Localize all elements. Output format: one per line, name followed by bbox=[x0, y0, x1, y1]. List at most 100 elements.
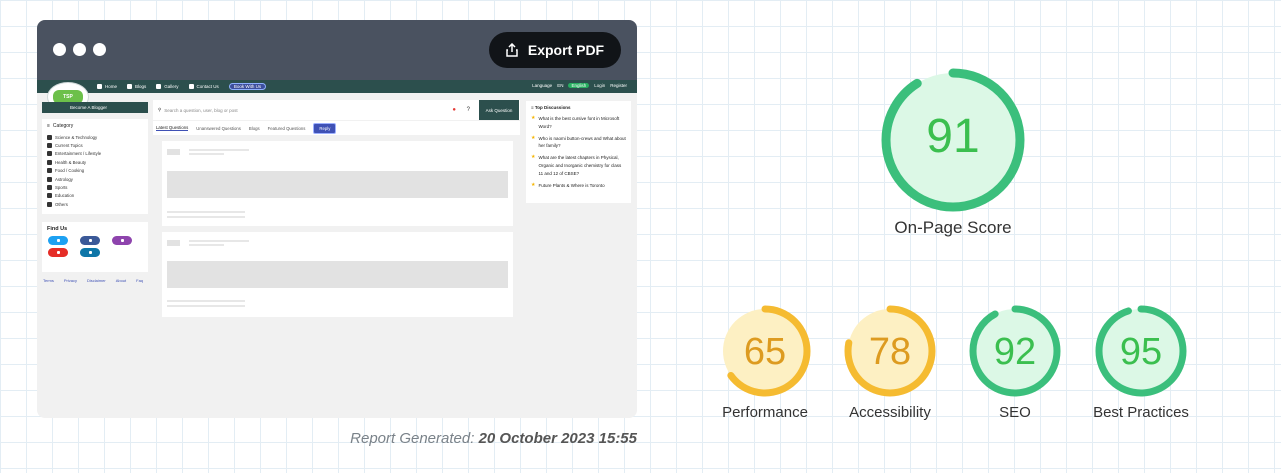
skeleton-line bbox=[167, 216, 245, 218]
nav-gallery[interactable]: Gallery bbox=[156, 84, 179, 89]
find-us-card: Find Us bbox=[42, 222, 148, 272]
top-discussions-title-text: Top Discussions bbox=[534, 105, 571, 110]
twitter-button[interactable] bbox=[48, 236, 68, 245]
category-item[interactable]: Health & Beauty bbox=[47, 158, 143, 166]
category-item[interactable]: Food / Cooking bbox=[47, 167, 143, 175]
skeleton-line bbox=[189, 244, 224, 246]
best-practices-label: Best Practices bbox=[1093, 404, 1189, 421]
discussion-text: What are the latest chapters in Physical… bbox=[538, 155, 622, 176]
preview-toolbar: Export PDF bbox=[37, 20, 637, 80]
facebook-icon bbox=[88, 239, 92, 242]
category-item[interactable]: Astrology bbox=[47, 175, 143, 183]
accessibility-score-gauge: 78 bbox=[842, 303, 938, 399]
performance-score-gauge: 65 bbox=[717, 303, 813, 399]
skeleton-avatar bbox=[167, 149, 180, 155]
footer-link[interactable]: Faq bbox=[136, 278, 143, 283]
search-icon: ⚲ bbox=[158, 107, 162, 112]
seo-score-gauge: 92 bbox=[967, 303, 1063, 399]
export-pdf-button[interactable]: Export PDF bbox=[489, 32, 621, 68]
nav-book-button[interactable]: Book With Us bbox=[228, 83, 267, 90]
tab-reply[interactable]: Reply bbox=[313, 122, 337, 134]
discussion-item[interactable]: ★ Who is naomi button-crews and What abou… bbox=[531, 135, 626, 151]
search-placeholder: Search a question, user, blog or post bbox=[164, 107, 238, 113]
tab-latest-questions[interactable]: Latest Questions bbox=[156, 125, 189, 131]
instagram-button[interactable] bbox=[112, 236, 132, 245]
category-title: ≡ Category bbox=[47, 123, 143, 129]
category-item[interactable]: Science & Technology bbox=[47, 133, 143, 141]
skeleton-line bbox=[167, 305, 245, 307]
discussion-text: Who is naomi button-crews and What about… bbox=[538, 135, 626, 149]
linkedin-button[interactable] bbox=[80, 248, 100, 257]
search-icon bbox=[47, 143, 52, 149]
discussion-item[interactable]: ★ What is the best cursive font in Micros… bbox=[531, 115, 626, 131]
discussion-item[interactable]: ★ What are the latest chapters in Physica… bbox=[531, 154, 626, 177]
website-preview: Export PDF Home Blogs Gallery Contact Us… bbox=[37, 20, 637, 418]
language-toggle[interactable]: English bbox=[568, 83, 590, 88]
nav-home[interactable]: Home bbox=[97, 84, 117, 89]
category-label: Sports bbox=[55, 185, 68, 191]
book-icon bbox=[47, 193, 52, 199]
nav-label: Blogs bbox=[135, 84, 147, 89]
phone-icon bbox=[188, 84, 194, 89]
post-skeleton bbox=[162, 232, 513, 317]
category-label: Others bbox=[55, 201, 68, 207]
footer-link[interactable]: About bbox=[116, 278, 126, 283]
score-value: 91 bbox=[926, 110, 980, 163]
login-link[interactable]: Login bbox=[594, 83, 605, 88]
footer-link[interactable]: Terms bbox=[43, 278, 54, 283]
lang-code: EN bbox=[557, 83, 564, 88]
tab-blogs[interactable]: Blogs bbox=[249, 126, 260, 131]
linkedin-icon bbox=[88, 251, 92, 254]
skeleton-line bbox=[167, 211, 245, 213]
category-item[interactable]: Current Topics bbox=[47, 141, 143, 149]
tab-featured-questions[interactable]: Featured Questions bbox=[268, 126, 306, 131]
heart-icon bbox=[47, 159, 52, 165]
category-item[interactable]: Sports bbox=[47, 183, 143, 191]
skeleton-avatar bbox=[167, 240, 180, 246]
facebook-button[interactable] bbox=[80, 236, 100, 245]
category-item[interactable]: Others bbox=[47, 200, 143, 208]
category-item[interactable]: Entertainment / Lifestyle bbox=[47, 150, 143, 158]
window-dot bbox=[93, 43, 106, 56]
nav-contact[interactable]: Contact Us bbox=[188, 84, 219, 89]
nav-blogs[interactable]: Blogs bbox=[127, 84, 146, 89]
nav-label: Home bbox=[105, 84, 118, 89]
register-link[interactable]: Register bbox=[610, 83, 627, 88]
skeleton-line bbox=[189, 153, 224, 155]
footer-link[interactable]: Privacy bbox=[64, 278, 77, 283]
feed-tabs: Latest Questions Unanswered Questions Bl… bbox=[153, 121, 520, 135]
footer-link[interactable]: Disclaimer bbox=[87, 278, 106, 283]
site-navbar: Home Blogs Gallery Contact Us Book With … bbox=[37, 80, 637, 93]
site-search-bar[interactable]: ⚲ Search a question, user, blog or post … bbox=[153, 100, 520, 120]
window-dot bbox=[53, 43, 66, 56]
youtube-button[interactable] bbox=[48, 248, 68, 257]
find-us-title: Find Us bbox=[47, 226, 68, 232]
left-sidebar: Become A Blogger ≡ Category Science & Te… bbox=[42, 102, 148, 272]
discussion-item[interactable]: ★ Future Plants & Where is Toronto bbox=[531, 182, 626, 190]
report-date: 20 October 2023 15:55 bbox=[478, 430, 637, 447]
blog-icon bbox=[127, 84, 133, 89]
category-label: Entertainment / Lifestyle bbox=[55, 151, 102, 157]
twitter-icon bbox=[56, 239, 60, 242]
instagram-icon bbox=[120, 239, 124, 242]
export-pdf-label: Export PDF bbox=[527, 42, 605, 58]
star-icon: ★ bbox=[531, 181, 536, 188]
others-icon bbox=[47, 201, 52, 207]
sports-icon bbox=[47, 185, 52, 191]
category-label: Science & Technology bbox=[55, 134, 98, 140]
skeleton-block bbox=[167, 171, 508, 198]
star-icon: ★ bbox=[531, 115, 536, 121]
become-blogger-button[interactable]: Become A Blogger bbox=[42, 102, 148, 113]
skeleton-line bbox=[189, 240, 249, 242]
top-discussions-title: ≡ Top Discussions bbox=[531, 105, 571, 110]
ask-question-button[interactable]: Ask Question bbox=[479, 100, 519, 120]
star-icon: ★ bbox=[531, 154, 536, 161]
category-title-text: Category bbox=[52, 123, 74, 129]
category-item[interactable]: Education bbox=[47, 192, 143, 200]
score-value: 95 bbox=[1119, 331, 1163, 373]
skeleton-line bbox=[189, 149, 249, 151]
tab-unanswered-questions[interactable]: Unanswered Questions bbox=[196, 126, 241, 131]
on-page-score-gauge: 91 bbox=[878, 65, 1028, 215]
post-skeleton bbox=[162, 141, 513, 226]
on-page-score-label: On-Page Score bbox=[894, 218, 1012, 237]
